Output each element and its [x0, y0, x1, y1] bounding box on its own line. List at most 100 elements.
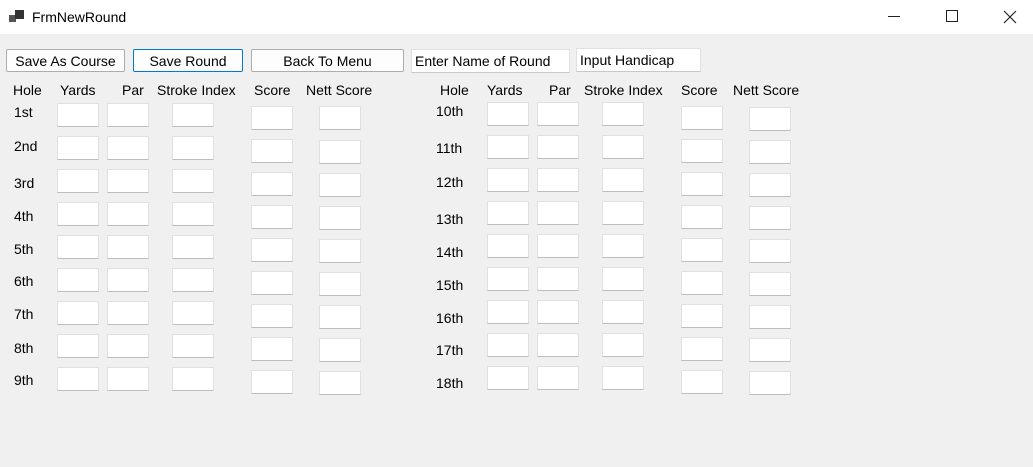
nett-score-input-hole-18[interactable] [749, 371, 791, 395]
stroke-index-input-hole-2[interactable] [172, 136, 214, 160]
par-input-hole-6[interactable] [107, 268, 149, 292]
nett-score-input-hole-17[interactable] [749, 338, 791, 362]
yards-input-hole-5[interactable] [57, 235, 99, 259]
stroke-index-input-hole-15[interactable] [602, 267, 644, 291]
nett-score-input-hole-7[interactable] [319, 305, 361, 329]
score-input-hole-12[interactable] [681, 172, 723, 196]
minimize-button[interactable] [871, 0, 917, 34]
par-input-hole-2[interactable] [107, 136, 149, 160]
close-button[interactable] [987, 0, 1033, 34]
score-input-hole-10[interactable] [681, 106, 723, 130]
yards-input-hole-16[interactable] [487, 300, 529, 324]
par-input-hole-11[interactable] [537, 135, 579, 159]
yards-input-hole-11[interactable] [487, 135, 529, 159]
stroke-index-input-hole-14[interactable] [602, 234, 644, 258]
yards-input-hole-13[interactable] [487, 201, 529, 225]
score-input-hole-8[interactable] [251, 337, 293, 361]
yards-input-hole-17[interactable] [487, 333, 529, 357]
stroke-index-input-hole-16[interactable] [602, 300, 644, 324]
score-input-hole-18[interactable] [681, 370, 723, 394]
save-round-button[interactable]: Save Round [133, 49, 243, 72]
score-input-hole-9[interactable] [251, 370, 293, 394]
nett-score-input-hole-5[interactable] [319, 239, 361, 263]
score-input-hole-17[interactable] [681, 337, 723, 361]
nett-score-input-hole-2[interactable] [319, 140, 361, 164]
par-input-hole-8[interactable] [107, 334, 149, 358]
score-input-hole-1[interactable] [251, 106, 293, 130]
score-input-hole-4[interactable] [251, 205, 293, 229]
yards-input-hole-18[interactable] [487, 366, 529, 390]
stroke-index-input-hole-10[interactable] [602, 102, 644, 126]
yards-input-hole-3[interactable] [57, 169, 99, 193]
par-input-hole-5[interactable] [107, 235, 149, 259]
nett-score-input-hole-14[interactable] [749, 239, 791, 263]
handicap-input[interactable] [576, 48, 701, 72]
score-input-hole-14[interactable] [681, 238, 723, 262]
score-input-hole-2[interactable] [251, 139, 293, 163]
yards-input-hole-10[interactable] [487, 102, 529, 126]
stroke-index-input-hole-1[interactable] [172, 103, 214, 127]
par-input-hole-9[interactable] [107, 367, 149, 391]
stroke-index-input-hole-18[interactable] [602, 366, 644, 390]
maximize-button[interactable] [929, 0, 975, 34]
score-input-hole-16[interactable] [681, 304, 723, 328]
score-input-hole-7[interactable] [251, 304, 293, 328]
par-input-hole-12[interactable] [537, 168, 579, 192]
score-input-hole-6[interactable] [251, 271, 293, 295]
yards-input-hole-12[interactable] [487, 168, 529, 192]
stroke-index-input-hole-13[interactable] [602, 201, 644, 225]
par-input-hole-10[interactable] [537, 102, 579, 126]
yards-input-hole-7[interactable] [57, 301, 99, 325]
score-input-hole-13[interactable] [681, 205, 723, 229]
par-input-hole-4[interactable] [107, 202, 149, 226]
par-input-hole-16[interactable] [537, 300, 579, 324]
yards-input-hole-15[interactable] [487, 267, 529, 291]
nett-score-input-hole-1[interactable] [319, 106, 361, 130]
yards-input-hole-14[interactable] [487, 234, 529, 258]
nett-score-input-hole-13[interactable] [749, 206, 791, 230]
back-to-menu-button[interactable]: Back To Menu [251, 49, 404, 72]
nett-score-input-hole-11[interactable] [749, 140, 791, 164]
yards-input-hole-6[interactable] [57, 268, 99, 292]
par-input-hole-7[interactable] [107, 301, 149, 325]
yards-input-hole-9[interactable] [57, 367, 99, 391]
nett-score-input-hole-15[interactable] [749, 272, 791, 296]
stroke-index-input-hole-7[interactable] [172, 301, 214, 325]
stroke-index-input-hole-17[interactable] [602, 333, 644, 357]
maximize-icon [946, 10, 958, 22]
yards-input-hole-4[interactable] [57, 202, 99, 226]
round-name-input[interactable] [411, 49, 570, 73]
stroke-index-input-hole-11[interactable] [602, 135, 644, 159]
par-input-hole-1[interactable] [107, 103, 149, 127]
par-input-hole-3[interactable] [107, 169, 149, 193]
par-input-hole-13[interactable] [537, 201, 579, 225]
nett-score-input-hole-16[interactable] [749, 305, 791, 329]
yards-input-hole-1[interactable] [57, 103, 99, 127]
stroke-index-input-hole-4[interactable] [172, 202, 214, 226]
stroke-index-input-hole-12[interactable] [602, 168, 644, 192]
nett-score-input-hole-8[interactable] [319, 338, 361, 362]
nett-score-input-hole-9[interactable] [319, 371, 361, 395]
par-input-hole-14[interactable] [537, 234, 579, 258]
score-input-hole-3[interactable] [251, 172, 293, 196]
stroke-index-input-hole-8[interactable] [172, 334, 214, 358]
nett-score-input-hole-10[interactable] [749, 107, 791, 131]
nett-score-input-hole-6[interactable] [319, 272, 361, 296]
nett-score-input-hole-3[interactable] [319, 173, 361, 197]
score-input-hole-11[interactable] [681, 139, 723, 163]
par-input-hole-17[interactable] [537, 333, 579, 357]
column-header-stroke-index-front: Stroke Index [157, 82, 236, 98]
nett-score-input-hole-12[interactable] [749, 173, 791, 197]
stroke-index-input-hole-5[interactable] [172, 235, 214, 259]
save-as-course-button[interactable]: Save As Course [6, 49, 125, 72]
stroke-index-input-hole-9[interactable] [172, 367, 214, 391]
yards-input-hole-8[interactable] [57, 334, 99, 358]
par-input-hole-18[interactable] [537, 366, 579, 390]
score-input-hole-5[interactable] [251, 238, 293, 262]
stroke-index-input-hole-6[interactable] [172, 268, 214, 292]
nett-score-input-hole-4[interactable] [319, 206, 361, 230]
stroke-index-input-hole-3[interactable] [172, 169, 214, 193]
yards-input-hole-2[interactable] [57, 136, 99, 160]
par-input-hole-15[interactable] [537, 267, 579, 291]
score-input-hole-15[interactable] [681, 271, 723, 295]
